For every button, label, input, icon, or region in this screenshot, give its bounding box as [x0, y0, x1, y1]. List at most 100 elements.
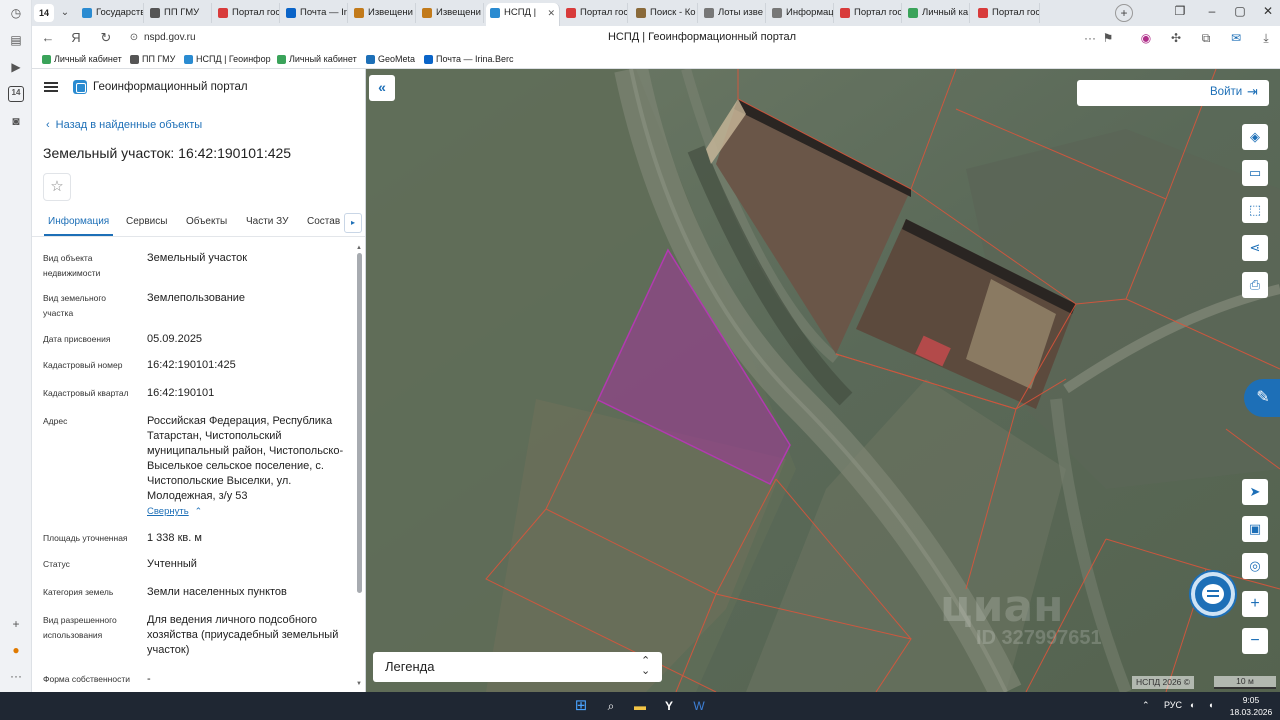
browser-tab[interactable]: Личный ка — [904, 3, 970, 23]
search-icon[interactable]: ⌕ — [602, 697, 620, 715]
zoom-in-button[interactable]: + — [1242, 591, 1268, 617]
help-chat-icon[interactable]: ✎ — [1244, 379, 1280, 417]
browser-tab[interactable]: ПП ГМУ — [146, 3, 212, 23]
map-view[interactable]: циан ID 327997651 « Войти ⇥ ◈ ▭ ⬚ ⋖ ⎙ ✎ … — [366, 69, 1280, 692]
legend-dropdown[interactable]: Легенда ⌃ ⌄ — [373, 652, 662, 682]
start-windows-icon[interactable]: ⊞ — [572, 697, 590, 715]
layers-icon[interactable]: ◈ — [1242, 124, 1268, 150]
word-icon[interactable]: W — [690, 697, 708, 715]
tray-chevron-icon[interactable]: ⌃ — [1142, 700, 1150, 711]
browser-tab[interactable]: Государств — [78, 3, 144, 23]
tab-label: Портал гос — [992, 7, 1040, 18]
browser-tab[interactable]: Извещени — [418, 3, 484, 23]
browser-tab[interactable]: Портал гос — [562, 3, 628, 23]
chevron-up-icon: ⌃ — [194, 506, 203, 516]
bookmark-item[interactable]: НСПД | Геоинфор — [184, 54, 271, 64]
mail-icon[interactable]: ✉ — [1228, 30, 1244, 46]
taskbar: ⊞ ⌕ ▬ Y W ⌃ РУС ◐ ◖ 9:05 18.03.2026 — [0, 692, 1280, 720]
login-button[interactable]: Войти ⇥ — [1077, 80, 1269, 106]
tools-icon[interactable]: ✣ — [1168, 30, 1184, 46]
tab-list-chevron-icon[interactable]: ⌄ — [57, 4, 73, 22]
collapse-panel-button[interactable]: « — [369, 75, 395, 101]
chat-support-button[interactable] — [1191, 572, 1235, 616]
play-icon[interactable]: ▶ — [8, 59, 24, 75]
tab-count[interactable]: 14 — [34, 4, 54, 22]
scroll-down-icon[interactable]: ▼ — [356, 681, 362, 687]
ruler-icon[interactable]: ▭ — [1242, 160, 1268, 186]
collapse-address-link[interactable]: Свернуть ⌃ — [147, 506, 202, 517]
browser-tab[interactable]: Портал гос — [974, 3, 1040, 23]
share-icon[interactable]: ⋖ — [1242, 235, 1268, 261]
browser-tab[interactable]: Почта — Ir — [282, 3, 348, 23]
yandex-icon[interactable]: Я — [68, 30, 84, 46]
menu-icon[interactable] — [44, 82, 58, 92]
camera-icon[interactable]: ◙ — [8, 113, 24, 129]
close-tab-icon[interactable]: ✕ — [547, 3, 555, 23]
panel-scrollbar[interactable]: ▲ ▼ — [356, 245, 363, 692]
tab-favicon-icon — [636, 8, 646, 18]
browser-tab[interactable]: Портал гос — [214, 3, 280, 23]
browser-tab[interactable]: Извещени — [350, 3, 416, 23]
new-tab-button[interactable]: + — [1115, 4, 1133, 22]
site-info-icon[interactable]: ⊙ — [126, 30, 142, 46]
browser-tab[interactable]: Лоты изве — [700, 3, 766, 23]
tab-composition[interactable]: Состав — [307, 216, 340, 227]
map-view-icon[interactable]: ▣ — [1242, 516, 1268, 542]
select-area-icon[interactable]: ⬚ — [1242, 197, 1268, 223]
bookmark-item[interactable]: Почта — Irina.Berc — [424, 54, 514, 64]
tab-parts[interactable]: Части ЗУ — [246, 216, 288, 227]
back-arrow-icon[interactable]: ← — [40, 30, 56, 46]
geo-search-icon[interactable]: ◎ — [1242, 553, 1268, 579]
bookmark-item[interactable]: GeoMeta — [366, 54, 415, 64]
more-icon[interactable]: ··· — [8, 668, 24, 684]
zoom-out-button[interactable]: − — [1242, 628, 1268, 654]
extension-icon[interactable]: ◉ — [1138, 30, 1154, 46]
tabs-overview-icon[interactable]: ❐ — [1170, 4, 1190, 18]
history-icon[interactable]: ◷ — [8, 5, 24, 21]
clock[interactable]: 9:05 18.03.2026 — [1226, 694, 1276, 718]
bookmark-item[interactable]: Личный кабинет — [42, 54, 122, 64]
bookmark-label: Почта — Irina.Berc — [436, 54, 514, 64]
locate-icon[interactable]: ➤ — [1242, 479, 1268, 505]
property-value: - — [147, 673, 151, 685]
scroll-up-icon[interactable]: ▲ — [356, 245, 362, 251]
more-dots-icon[interactable]: ··· — [1082, 30, 1098, 46]
bookmark-item[interactable]: Личный кабинет — [277, 54, 357, 64]
tabs-scroll-right-icon[interactable]: ▸ — [344, 213, 362, 233]
tab-services[interactable]: Сервисы — [126, 216, 167, 227]
tab-info[interactable]: Информация — [43, 216, 114, 236]
property-value: 05.09.2025 — [147, 333, 203, 345]
maximize-button[interactable]: ▢ — [1230, 4, 1250, 18]
reload-icon[interactable]: ↻ — [98, 30, 114, 46]
bookmark-item[interactable]: ПП ГМУ — [130, 54, 175, 64]
tab-label: Портал гос — [854, 7, 902, 18]
clock-date: 18.03.2026 — [1229, 707, 1273, 717]
back-to-results-link[interactable]: ‹ Назад в найденные объекты — [46, 119, 202, 131]
notes-icon[interactable]: ▤ — [8, 32, 24, 48]
url-field[interactable]: nspd.gov.ru — [144, 32, 196, 43]
file-explorer-icon[interactable]: ▬ — [631, 697, 649, 715]
network-icon[interactable]: ◐ — [1190, 700, 1195, 710]
calendar-icon[interactable]: 14 — [8, 86, 24, 102]
app-title: Геоинформационный портал — [93, 81, 248, 93]
alice-icon[interactable]: ● — [8, 642, 24, 658]
favorite-star-button[interactable]: ☆ — [43, 173, 71, 201]
print-icon[interactable]: ⎙ — [1242, 272, 1268, 298]
browser-tab[interactable]: Информац — [768, 3, 834, 23]
language-indicator[interactable]: РУС — [1164, 700, 1182, 710]
close-window-button[interactable]: ✕ — [1258, 4, 1278, 18]
add-icon[interactable]: + — [8, 616, 24, 632]
browser-tab[interactable]: НСПД | ✕ — [486, 3, 560, 26]
property-label: Кадастровый номер — [43, 360, 123, 370]
tab-objects[interactable]: Объекты — [186, 216, 227, 227]
minimize-button[interactable]: – — [1202, 4, 1222, 18]
collections-icon[interactable]: ⧉ — [1198, 30, 1214, 46]
bookmark-icon[interactable]: ⚑ — [1100, 30, 1116, 46]
downloads-icon[interactable]: ⤓ — [1258, 30, 1274, 46]
scroll-thumb[interactable] — [357, 253, 362, 593]
bookmark-favicon-icon — [42, 55, 51, 64]
browser-tab[interactable]: Поиск - Ко — [632, 3, 698, 23]
volume-icon[interactable]: ◖ — [1208, 700, 1213, 710]
yandex-browser-icon[interactable]: Y — [660, 697, 678, 715]
browser-tab[interactable]: Портал гос — [836, 3, 902, 23]
